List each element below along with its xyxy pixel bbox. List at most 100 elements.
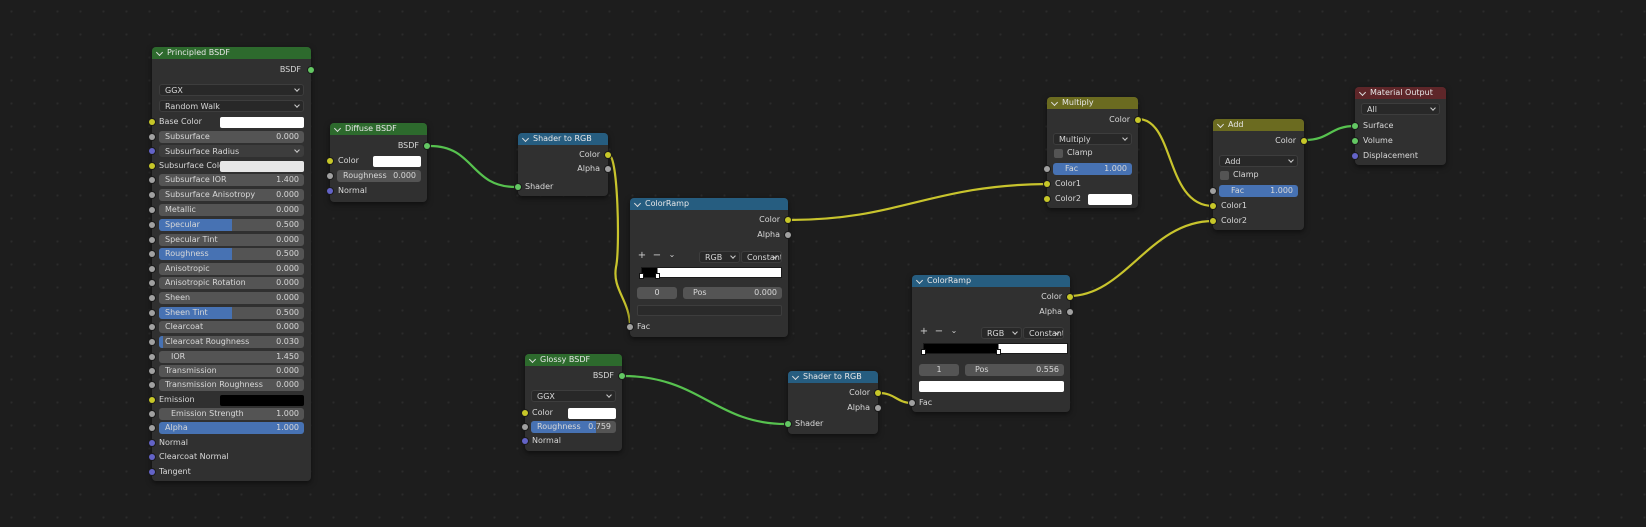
chevron-down-icon[interactable]: ⌄ xyxy=(948,325,960,337)
color-output-socket[interactable] xyxy=(605,152,611,158)
base-color-socket[interactable] xyxy=(149,119,155,125)
color-ramp-bar[interactable] xyxy=(641,267,782,278)
subsurface-color-swatch[interactable] xyxy=(220,161,304,172)
glossy-bsdf-node[interactable]: Glossy BSDF BSDF GGX Color Roughness 0.75… xyxy=(522,354,625,451)
ior-socket[interactable] xyxy=(149,354,155,360)
emission-color-swatch[interactable] xyxy=(220,395,304,406)
roughness-field[interactable]: Roughness 0.759 xyxy=(531,421,616,433)
alpha-socket[interactable] xyxy=(149,425,155,431)
subsurface-socket[interactable] xyxy=(149,134,155,140)
subsurface-anisotropy-socket[interactable] xyxy=(149,192,155,198)
node-header[interactable]: ColorRamp xyxy=(630,198,788,210)
stop-color-swatch[interactable] xyxy=(637,305,782,316)
fac-input-socket[interactable] xyxy=(909,400,915,406)
interpolation-dropdown[interactable]: Constant xyxy=(741,251,782,263)
collapse-chevron-icon[interactable] xyxy=(915,276,924,285)
ior-field[interactable]: IOR 1.450 xyxy=(159,351,304,363)
fac-socket[interactable] xyxy=(1210,188,1216,194)
remove-stop-icon[interactable]: − xyxy=(933,326,945,338)
sheen-field[interactable]: Sheen 0.000 xyxy=(159,292,304,304)
subsurface-radius-socket[interactable] xyxy=(149,148,155,154)
anisotropic-rotation-field[interactable]: Anisotropic Rotation 0.000 xyxy=(159,277,304,289)
shader-input-socket[interactable] xyxy=(515,184,521,190)
colorramp-node-2[interactable]: ColorRamp Color Alpha + − ⌄ RGB Constant… xyxy=(909,275,1073,412)
displacement-socket[interactable] xyxy=(1352,153,1358,159)
fac-socket[interactable] xyxy=(1044,166,1050,172)
subsurface-method-dropdown[interactable]: Random Walk xyxy=(159,100,304,112)
multiply-node[interactable]: Multiply Color Multiply Clamp Fac 1.000 C… xyxy=(1044,97,1141,208)
collapse-chevron-icon[interactable] xyxy=(1216,120,1225,129)
clearcoat-socket[interactable] xyxy=(149,324,155,330)
subsurface-anisotropy-field[interactable]: Subsurface Anisotropy 0.000 xyxy=(159,189,304,201)
surface-socket[interactable] xyxy=(1352,123,1358,129)
color-socket[interactable] xyxy=(327,158,333,164)
color-output-socket[interactable] xyxy=(785,217,791,223)
normal-socket[interactable] xyxy=(149,440,155,446)
color-output-socket[interactable] xyxy=(1067,294,1073,300)
node-header[interactable]: Multiply xyxy=(1047,97,1138,109)
color-output-socket[interactable] xyxy=(875,390,881,396)
anisotropic-field[interactable]: Anisotropic 0.000 xyxy=(159,263,304,275)
color1-socket[interactable] xyxy=(1044,181,1050,187)
collapse-chevron-icon[interactable] xyxy=(155,48,164,57)
clamp-checkbox[interactable] xyxy=(1054,149,1063,158)
collapse-chevron-icon[interactable] xyxy=(1358,88,1367,97)
transmission-field[interactable]: Transmission 0.000 xyxy=(159,365,304,377)
roughness-socket[interactable] xyxy=(327,173,333,179)
color-output-socket[interactable] xyxy=(1135,117,1141,123)
color2-swatch[interactable] xyxy=(1088,194,1132,205)
specular-tint-socket[interactable] xyxy=(149,237,155,243)
remove-stop-icon[interactable]: − xyxy=(651,250,663,262)
color2-socket[interactable] xyxy=(1044,196,1050,202)
normal-socket[interactable] xyxy=(522,438,528,444)
alpha-output-socket[interactable] xyxy=(605,166,611,172)
target-dropdown[interactable]: All xyxy=(1361,103,1440,115)
normal-socket[interactable] xyxy=(327,188,333,194)
collapse-chevron-icon[interactable] xyxy=(1050,98,1059,107)
color2-socket[interactable] xyxy=(1210,218,1216,224)
roughness-socket[interactable] xyxy=(149,251,155,257)
specular-socket[interactable] xyxy=(149,222,155,228)
stop-index-field[interactable]: 0 xyxy=(637,287,677,299)
ramp-stop-1[interactable] xyxy=(655,273,660,279)
anisotropic-socket[interactable] xyxy=(149,266,155,272)
color1-socket[interactable] xyxy=(1210,203,1216,209)
transmission-roughness-socket[interactable] xyxy=(149,382,155,388)
diffuse-bsdf-node[interactable]: Diffuse BSDF BSDF Color Roughness 0.000 N… xyxy=(327,123,430,202)
transmission-socket[interactable] xyxy=(149,368,155,374)
alpha-output-socket[interactable] xyxy=(785,232,791,238)
collapse-chevron-icon[interactable] xyxy=(521,134,530,143)
anisotropic-rotation-socket[interactable] xyxy=(149,280,155,286)
node-header[interactable]: Diffuse BSDF xyxy=(330,123,427,135)
clamp-checkbox[interactable] xyxy=(1220,171,1229,180)
roughness-field[interactable]: Roughness 0.000 xyxy=(337,170,421,182)
color-mode-dropdown[interactable]: RGB xyxy=(981,327,1022,339)
bsdf-output-socket[interactable] xyxy=(424,143,430,149)
specular-field[interactable]: Specular 0.500 xyxy=(159,219,304,231)
collapse-chevron-icon[interactable] xyxy=(528,355,537,364)
metallic-socket[interactable] xyxy=(149,207,155,213)
clearcoat-normal-socket[interactable] xyxy=(149,454,155,460)
node-header[interactable]: ColorRamp xyxy=(912,275,1070,287)
add-stop-icon[interactable]: + xyxy=(918,326,930,338)
distribution-dropdown[interactable]: GGX xyxy=(531,390,616,402)
colorramp-node[interactable]: ColorRamp Color Alpha + − ⌄ RGB Constant… xyxy=(627,198,791,337)
collapse-chevron-icon[interactable] xyxy=(633,199,642,208)
sheen-socket[interactable] xyxy=(149,295,155,301)
clearcoat-field[interactable]: Clearcoat 0.000 xyxy=(159,321,304,333)
subsurface-field[interactable]: Subsurface 0.000 xyxy=(159,131,304,143)
bsdf-output-socket[interactable] xyxy=(619,373,625,379)
subsurface-ior-socket[interactable] xyxy=(149,177,155,183)
blend-mode-dropdown[interactable]: Multiply xyxy=(1053,133,1132,145)
alpha-output-socket[interactable] xyxy=(875,405,881,411)
subsurface-ior-field[interactable]: Subsurface IOR 1.400 xyxy=(159,174,304,186)
tangent-socket[interactable] xyxy=(149,469,155,475)
collapse-chevron-icon[interactable] xyxy=(333,124,342,133)
base-color-swatch[interactable] xyxy=(220,117,304,128)
blend-mode-dropdown[interactable]: Add xyxy=(1219,155,1298,167)
stop-pos-field[interactable]: Pos 0.556 xyxy=(965,364,1064,376)
bsdf-output-socket[interactable] xyxy=(308,67,314,73)
material-output-node[interactable]: Material Output All Surface Volume Displ… xyxy=(1352,87,1446,165)
metallic-field[interactable]: Metallic 0.000 xyxy=(159,204,304,216)
shader-to-rgb-node[interactable]: Shader to RGB Color Alpha Shader xyxy=(515,133,611,196)
